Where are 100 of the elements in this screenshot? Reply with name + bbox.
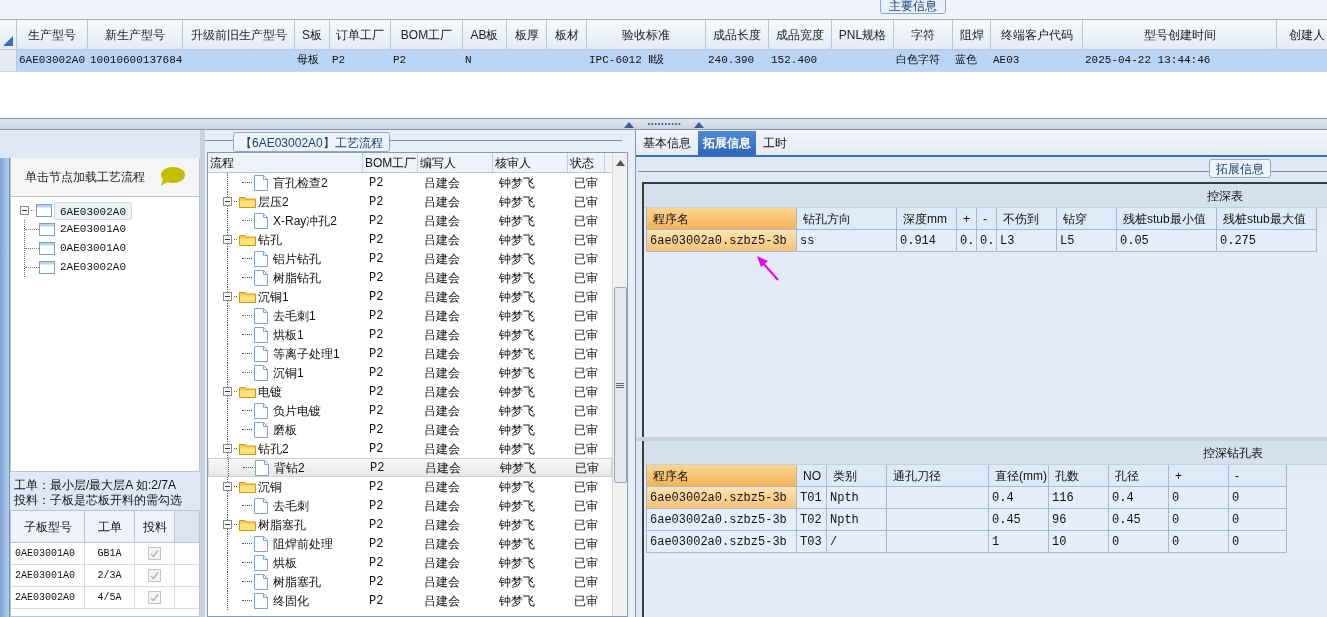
flow-row[interactable]: 去毛刺1 P2 吕建会 钟梦飞 已审 (208, 306, 612, 325)
tree-node[interactable]: 6AE03002A0 (54, 201, 132, 220)
column-header[interactable]: 字符 (894, 20, 953, 49)
table-cell-text: L3 (1000, 232, 1015, 250)
column-header[interactable]: 流程 (208, 153, 363, 172)
column-header[interactable]: 工单 (85, 511, 135, 542)
scroll-up-icon[interactable] (615, 160, 625, 166)
column-header[interactable]: 阻焊 (953, 20, 991, 49)
column-header[interactable]: 板厚 (507, 20, 547, 49)
flow-row[interactable]: 阻焊前处理 P2 吕建会 钟梦飞 已审 (208, 534, 612, 553)
tree-node[interactable]: 0AE03001A0 (55, 240, 131, 257)
column-header[interactable]: 深度mm (897, 208, 957, 230)
column-header[interactable]: 直径(mm) (989, 465, 1049, 487)
flow-row[interactable]: 去毛刺 P2 吕建会 钟梦飞 已审 (208, 496, 612, 515)
column-header[interactable]: 订单工厂 (330, 20, 391, 49)
flow-row[interactable]: 磨板 P2 吕建会 钟梦飞 已审 (208, 420, 612, 439)
flow-row[interactable]: 沉铜 P2 吕建会 钟梦飞 已审 (208, 477, 612, 496)
tab[interactable]: 拓展信息 (698, 131, 756, 155)
table-cell-text: 吕建会 (424, 345, 460, 363)
collapse-icon[interactable] (223, 235, 232, 244)
table-row[interactable]: 6AE03002A0 10010600137684 母板 P2 P2 N IPC-6012 Ⅱ级 240.390 152.400 白色字符 蓝色 AE03 2025-04-22 13:44:46 (0, 50, 1327, 72)
flow-row[interactable]: 烘板 P2 吕建会 钟梦飞 已审 (208, 553, 612, 572)
column-header[interactable]: 钻穿 (1057, 208, 1117, 230)
splitter-grip-icon[interactable] (623, 120, 704, 128)
window-icon (36, 204, 52, 217)
column-header[interactable]: S板 (295, 20, 330, 49)
flow-row[interactable]: 树脂塞孔 P2 吕建会 钟梦飞 已审 (208, 515, 612, 534)
column-header[interactable]: 编写人 (418, 153, 493, 172)
column-header[interactable]: 钻孔方向 (797, 208, 897, 230)
collapse-icon[interactable] (223, 387, 232, 396)
table-cell-text: P2 (369, 250, 384, 268)
flow-row[interactable]: 负片电镀 P2 吕建会 钟梦飞 已审 (208, 401, 612, 420)
table-title: 控深钻孔表 (1203, 444, 1263, 462)
column-header[interactable]: 残桩stub最大值 (1217, 208, 1317, 230)
flow-row[interactable]: 终固化 P2 吕建会 钟梦飞 已审 (208, 591, 612, 610)
table-cell-text: 0 (1232, 489, 1240, 507)
column-header[interactable]: 板材 (547, 20, 587, 49)
column-header[interactable]: 残桩stub最小值 (1117, 208, 1217, 230)
flow-row[interactable]: 树脂钻孔 P2 吕建会 钟梦飞 已审 (208, 268, 612, 287)
table-cell[interactable]: 6ae03002a0.szbz5-3b (647, 531, 797, 553)
collapse-icon[interactable] (223, 292, 232, 301)
column-header[interactable]: BOM工厂 (363, 153, 418, 172)
flow-row[interactable]: X-Ray冲孔2 P2 吕建会 钟梦飞 已审 (208, 211, 612, 230)
flow-row[interactable]: 电镀 P2 吕建会 钟梦飞 已审 (208, 382, 612, 401)
table-cell[interactable]: 6ae03002a0.szbz5-3b (647, 230, 797, 252)
column-header[interactable]: 成品长度 (706, 20, 769, 49)
column-header[interactable]: BOM工厂 (391, 20, 463, 49)
flow-row[interactable]: 钻孔 P2 吕建会 钟梦飞 已审 (208, 230, 612, 249)
column-header[interactable]: - (1229, 465, 1287, 487)
column-header[interactable]: + (957, 208, 977, 230)
table-cell-text: 已审 (574, 440, 598, 458)
table-cell-text: 0.275 (1220, 232, 1256, 250)
tab[interactable]: 基本信息 (638, 131, 696, 155)
tree-node[interactable]: 2AE03001A0 (55, 221, 131, 238)
collapse-icon[interactable] (20, 206, 29, 215)
column-header[interactable]: 状态 (568, 153, 605, 172)
flow-row[interactable]: 背钻2 P2 吕建会 钟梦飞 已审 (208, 458, 612, 477)
column-header[interactable]: NO (797, 465, 827, 487)
table-cell-text: 吕建会 (424, 269, 460, 287)
scrollbar[interactable] (612, 153, 627, 616)
column-header[interactable]: 终端客户代码 (991, 20, 1083, 49)
column-header[interactable]: 通孔刀径 (887, 465, 989, 487)
flow-row[interactable]: 沉铜1 P2 吕建会 钟梦飞 已审 (208, 287, 612, 306)
column-header[interactable]: 核审人 (493, 153, 568, 172)
column-header[interactable]: - (977, 208, 997, 230)
column-header[interactable]: 孔数 (1049, 465, 1109, 487)
column-header[interactable]: 程序名 (647, 465, 797, 487)
collapse-icon[interactable] (223, 482, 232, 491)
column-header[interactable]: 升级前旧生产型号 (183, 20, 295, 49)
flow-row[interactable]: 铝片钻孔 P2 吕建会 钟梦飞 已审 (208, 249, 612, 268)
column-header[interactable]: 验收标准 (587, 20, 706, 49)
flow-row[interactable]: 树脂塞孔 P2 吕建会 钟梦飞 已审 (208, 572, 612, 591)
column-header[interactable]: 生产型号 (17, 20, 88, 49)
flow-row[interactable]: 等离子处理1 P2 吕建会 钟梦飞 已审 (208, 344, 612, 363)
flow-row[interactable]: 层压2 P2 吕建会 钟梦飞 已审 (208, 192, 612, 211)
collapse-icon[interactable] (223, 520, 232, 529)
column-header[interactable]: 新生产型号 (88, 20, 183, 49)
column-header[interactable]: 类别 (827, 465, 887, 487)
column-header[interactable]: 孔径 (1109, 465, 1169, 487)
table-cell-text: 吕建会 (424, 364, 460, 382)
column-header[interactable]: + (1169, 465, 1229, 487)
tab[interactable]: 工时 (758, 131, 792, 155)
column-header[interactable]: 不伤到 (997, 208, 1057, 230)
collapse-icon[interactable] (223, 197, 232, 206)
column-header[interactable]: 子板型号 (11, 511, 85, 542)
table-cell: 钟梦飞 (500, 459, 536, 476)
column-header[interactable]: 创建人 (1277, 20, 1327, 49)
column-header[interactable]: 成品宽度 (769, 20, 832, 49)
flow-row[interactable]: 沉铜1 P2 吕建会 钟梦飞 已审 (208, 363, 612, 382)
flow-row[interactable]: 烘板1 P2 吕建会 钟梦飞 已审 (208, 325, 612, 344)
table-cell-text: 0AE03001A0 (15, 547, 75, 561)
column-header[interactable]: PNL规格 (832, 20, 894, 49)
collapse-icon[interactable] (223, 444, 232, 453)
flow-row[interactable]: 盲孔检查2 P2 吕建会 钟梦飞 已审 (208, 173, 612, 192)
table-cell[interactable]: 6ae03002a0.szbz5-3b (647, 487, 797, 509)
column-header[interactable]: 型号创建时间 (1083, 20, 1277, 49)
column-header[interactable]: 程序名 (647, 208, 797, 230)
tree-node[interactable]: 2AE03002A0 (55, 259, 131, 276)
column-header[interactable]: AB板 (463, 20, 507, 49)
process-label: 树脂塞孔 (258, 516, 306, 534)
